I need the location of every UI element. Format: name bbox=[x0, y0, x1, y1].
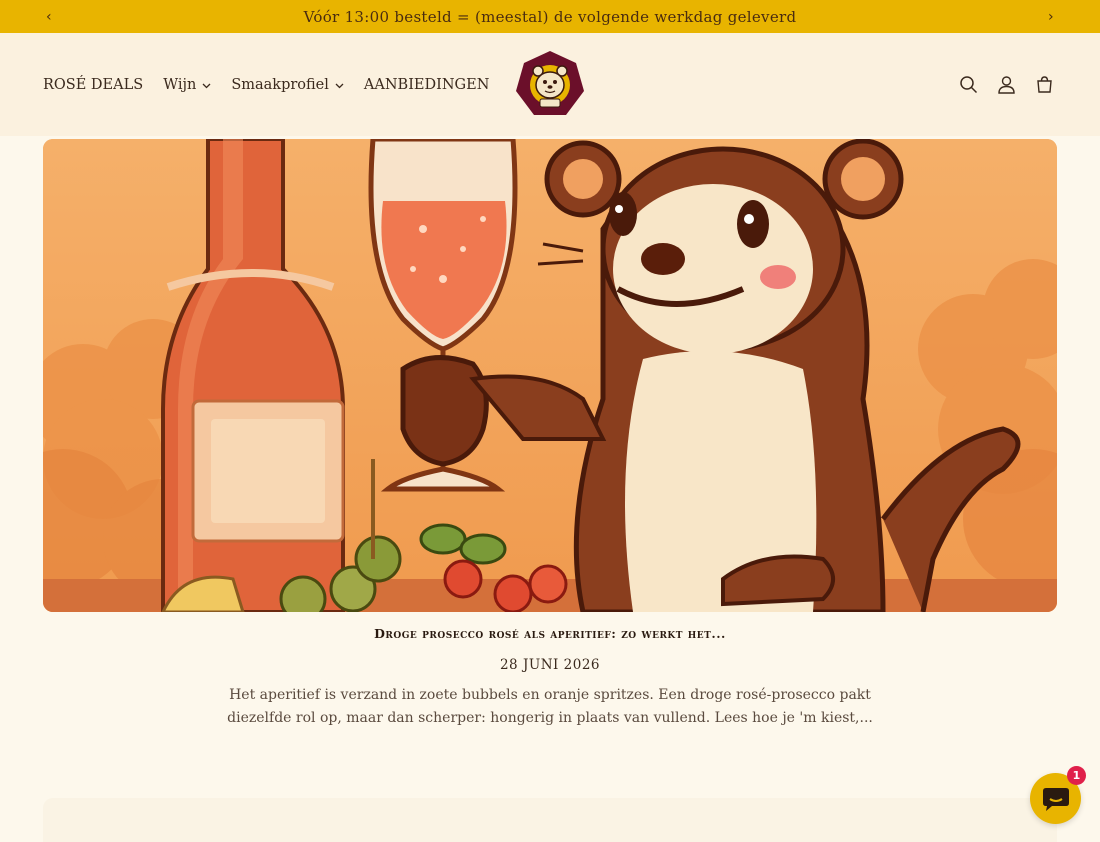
chat-bubble-icon bbox=[1042, 787, 1069, 811]
otter-with-rose-prosecco-illustration bbox=[43, 139, 1057, 612]
otter-logo-icon[interactable] bbox=[514, 49, 586, 121]
main-nav: ROSÉ DEALS Wijn Smaakprofiel AANBIEDINGE… bbox=[43, 33, 489, 136]
nav-item-smaakprofiel[interactable]: Smaakprofiel bbox=[231, 77, 344, 93]
cart-icon[interactable] bbox=[1034, 75, 1054, 95]
nav-item-label: AANBIEDINGEN bbox=[363, 76, 490, 93]
article-hero-image[interactable] bbox=[43, 139, 1057, 612]
chevron-down-icon bbox=[335, 83, 344, 88]
nav-item-label: ROSÉ DEALS bbox=[43, 76, 144, 93]
chat-unread-badge: 1 bbox=[1067, 766, 1086, 785]
next-article-card[interactable] bbox=[43, 798, 1057, 842]
article-title[interactable]: Droge prosecco rosé als aperitief: zo we… bbox=[0, 626, 1100, 641]
header-icons bbox=[958, 33, 1054, 136]
chevron-left-icon[interactable]: ‹ bbox=[34, 0, 64, 33]
nav-item-wijn[interactable]: Wijn bbox=[163, 77, 211, 93]
nav-item-rose-deals[interactable]: ROSÉ DEALS bbox=[43, 77, 143, 93]
announcement-text: Vóór 13:00 besteld = (meestal) de volgen… bbox=[303, 7, 797, 26]
article-excerpt: Het aperitief is verzand in zoete bubbel… bbox=[227, 687, 873, 726]
chevron-down-icon bbox=[202, 83, 211, 88]
site-header: ROSÉ DEALS Wijn Smaakprofiel AANBIEDINGE… bbox=[0, 33, 1100, 136]
chevron-right-icon[interactable]: › bbox=[1036, 0, 1066, 33]
announcement-bar: ‹ Vóór 13:00 besteld = (meestal) de volg… bbox=[0, 0, 1100, 33]
article-date: 28 JUNI 2026 bbox=[499, 657, 601, 673]
account-icon[interactable] bbox=[996, 75, 1016, 95]
search-icon[interactable] bbox=[958, 75, 978, 95]
nav-item-label: Wijn bbox=[163, 76, 197, 93]
nav-item-label: Smaakprofiel bbox=[231, 76, 329, 93]
nav-item-aanbiedingen[interactable]: AANBIEDINGEN bbox=[364, 77, 490, 93]
